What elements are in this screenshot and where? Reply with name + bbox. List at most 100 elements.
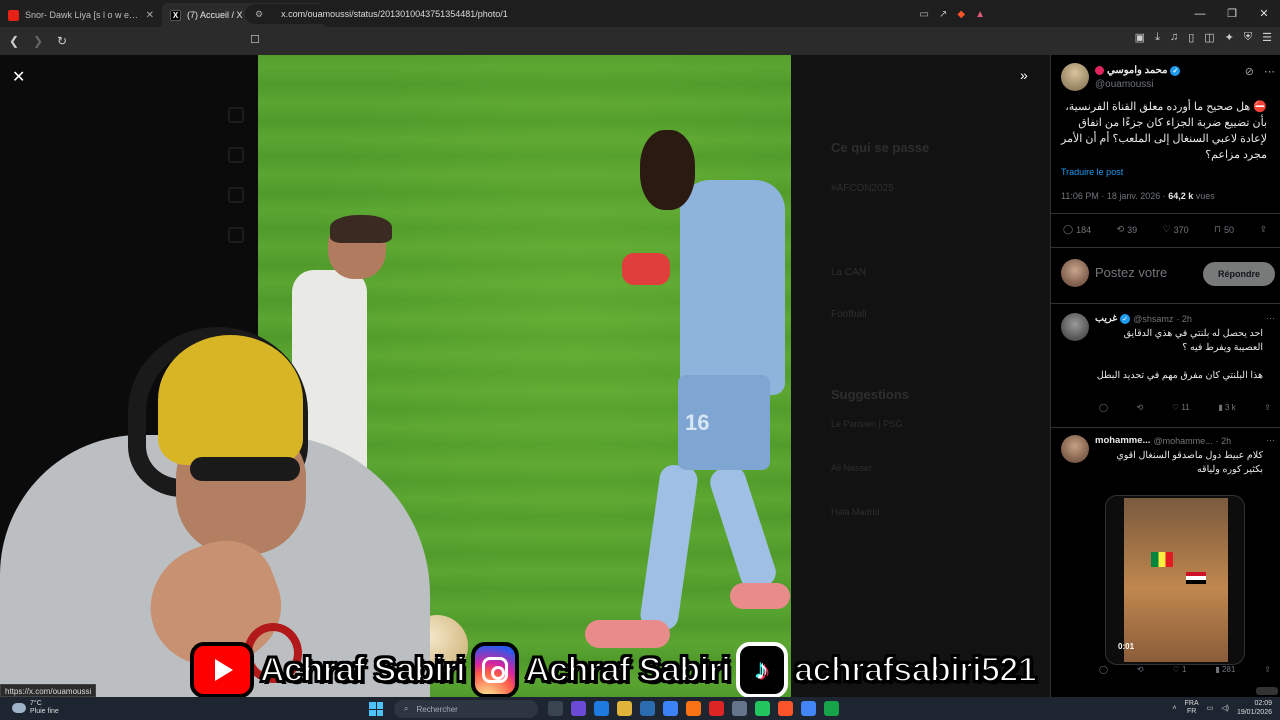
more-icon[interactable]: ⋯	[1264, 65, 1275, 78]
reply-handle[interactable]: @mohamme...	[1153, 436, 1212, 446]
system-tray: ˄ FRA FR ▭ ◁) 02:09 19/01/2026	[1173, 699, 1272, 717]
url-bar[interactable]: ⚙ x.com/ouamoussi/status/201301004375135…	[245, 4, 995, 24]
avatar[interactable]	[1061, 435, 1089, 463]
bookmark-icon[interactable]: ☐	[250, 33, 260, 46]
streamer-sunglasses	[190, 457, 300, 481]
back-icon[interactable]: ❮	[4, 31, 24, 51]
tab-youtube[interactable]: Snor- Dawk Liya [s l o w e d + reve ✕	[0, 3, 162, 27]
reply-submit-button[interactable]: Répondre	[1203, 262, 1275, 286]
reply-icon[interactable]: ◯	[1099, 665, 1108, 674]
opera-icon[interactable]	[709, 701, 724, 716]
address-toolbar: ❮ ❯ ↻	[0, 27, 1280, 55]
scrollbar[interactable]	[1256, 687, 1278, 695]
share-icon[interactable]: ↗	[939, 9, 947, 20]
media-player-icon[interactable]	[755, 701, 770, 716]
video-frame	[1124, 498, 1228, 662]
firefox-icon[interactable]	[686, 701, 701, 716]
sidebar-icon[interactable]: ▯	[1188, 31, 1194, 44]
reply-icon[interactable]: ◯	[1099, 403, 1108, 412]
download-icon[interactable]: ⤓	[1155, 31, 1160, 44]
reply-item[interactable]: غريب ✓ @shsamz · 2h ⋯ احد يحصل له بلنتي …	[1061, 313, 1275, 423]
no-entry-icon	[1095, 66, 1104, 75]
screen-cast-icon[interactable]: ▭	[920, 9, 929, 20]
reply-author[interactable]: mohamme...	[1095, 435, 1150, 446]
more-icon[interactable]: ⋯	[1266, 313, 1275, 324]
avatar[interactable]	[1061, 313, 1089, 341]
views-icon[interactable]: ▮ 3 k	[1218, 403, 1235, 412]
reload-icon[interactable]: ↻	[52, 31, 72, 51]
close-viewer-icon[interactable]: ✕	[12, 67, 25, 87]
home-icon	[228, 107, 244, 123]
vpn-icon[interactable]: ⛨	[1244, 31, 1252, 44]
reply-count: 184	[1076, 224, 1092, 235]
repost-icon[interactable]: ⟲	[1137, 665, 1144, 674]
language-indicator[interactable]: FRA FR	[1185, 700, 1199, 716]
reply-author[interactable]: غريب	[1095, 313, 1117, 324]
tweet-time[interactable]: 11:06 PM · 18 janv. 2026 ·	[1061, 191, 1168, 201]
more-icon[interactable]: ⋯	[1266, 435, 1275, 446]
tweet-header: محمد واموسي ✓ @ouamoussi ⊘ ⋯	[1061, 63, 1275, 93]
like-button[interactable]: ♡ 370	[1162, 224, 1188, 235]
reply-item[interactable]: mohamme... @mohamme... · 2h ⋯ كلام عبيط …	[1061, 435, 1275, 697]
chrome-icon[interactable]	[801, 701, 816, 716]
share-button[interactable]: ⇪	[1259, 224, 1267, 235]
chevron-up-icon[interactable]: ˄	[1173, 705, 1177, 712]
music-icon[interactable]: ♫	[1170, 31, 1178, 44]
instagram-logo-icon	[471, 642, 520, 698]
weather-widget[interactable]: 7°C Pluie fine	[12, 700, 59, 716]
translate-link[interactable]: Traduire le post	[1061, 167, 1123, 177]
close-tab-icon[interactable]: ✕	[146, 10, 154, 21]
author-handle[interactable]: @ouamoussi	[1095, 79, 1154, 90]
repost-button[interactable]: ⟲ 39	[1117, 224, 1138, 235]
views-icon[interactable]: ▮ 281	[1215, 665, 1235, 674]
store-icon[interactable]	[640, 701, 655, 716]
x-favicon-icon: X	[170, 9, 181, 21]
photo-viewer: Ce qui se passe #AFCON2025 La CAN Footba…	[0, 55, 1050, 697]
menu-icon[interactable]: ☰	[1262, 31, 1272, 44]
close-window-icon[interactable]: ✕	[1248, 0, 1280, 27]
settings-icon[interactable]	[732, 701, 747, 716]
status-bar-url: https://x.com/ouamoussi	[0, 684, 97, 697]
app-icon[interactable]	[824, 701, 839, 716]
wallet-icon[interactable]: ◫	[1204, 31, 1214, 44]
repost-icon[interactable]: ⟲	[1137, 403, 1144, 412]
reply-handle[interactable]: @shsamz	[1133, 314, 1173, 324]
shield-icon[interactable]: ◆	[957, 9, 965, 20]
site-info-icon[interactable]: ⚙	[255, 9, 263, 20]
grok-icon[interactable]: ⊘	[1245, 65, 1254, 78]
streamer-beanie	[158, 335, 303, 465]
mail-icon[interactable]	[663, 701, 678, 716]
taskbar-search[interactable]: ⌕ Rechercher	[394, 700, 538, 718]
search-placeholder: Rechercher	[416, 704, 458, 714]
share-icon[interactable]: ⇪	[1264, 665, 1271, 674]
file-explorer-icon[interactable]	[617, 701, 632, 716]
brave-icon[interactable]	[778, 701, 793, 716]
share-icon[interactable]: ⇪	[1264, 403, 1271, 412]
task-view-icon[interactable]	[548, 701, 563, 716]
edge-icon[interactable]	[594, 701, 609, 716]
network-icon[interactable]: ▭	[1207, 704, 1214, 712]
clock-time: 02:09	[1254, 700, 1272, 707]
windows-start-icon[interactable]	[369, 702, 383, 716]
reply-input[interactable]: Postez votre	[1095, 265, 1167, 280]
notifications-icon	[228, 187, 244, 203]
leo-icon[interactable]: ▣	[1135, 31, 1145, 44]
heart-icon[interactable]: ♡ 1	[1173, 665, 1187, 674]
extensions-icon[interactable]: ✦	[1225, 31, 1234, 44]
forward-icon[interactable]: ❯	[28, 31, 48, 51]
author-name[interactable]: محمد واموسي ✓	[1095, 65, 1181, 76]
heart-icon[interactable]: ♡ 11	[1172, 403, 1190, 412]
reply-icon: ◯	[1063, 224, 1074, 234]
rewards-icon[interactable]: ▲	[975, 9, 985, 20]
collapse-sidebar-icon[interactable]: »	[1020, 67, 1028, 83]
reply-button[interactable]: ◯ 184	[1063, 224, 1091, 235]
minimize-icon[interactable]: —	[1184, 0, 1216, 27]
avatar[interactable]	[1061, 63, 1089, 91]
reply-composer: Postez votre Répondre	[1061, 259, 1275, 289]
bookmark-button[interactable]: ⊓ 50	[1214, 224, 1234, 235]
video-thumbnail[interactable]: 0:01	[1105, 495, 1245, 665]
app-icon[interactable]	[571, 701, 586, 716]
maximize-icon[interactable]: ❐	[1216, 0, 1248, 27]
clock[interactable]: 02:09 19/01/2026	[1237, 699, 1272, 717]
volume-icon[interactable]: ◁)	[1221, 704, 1229, 712]
